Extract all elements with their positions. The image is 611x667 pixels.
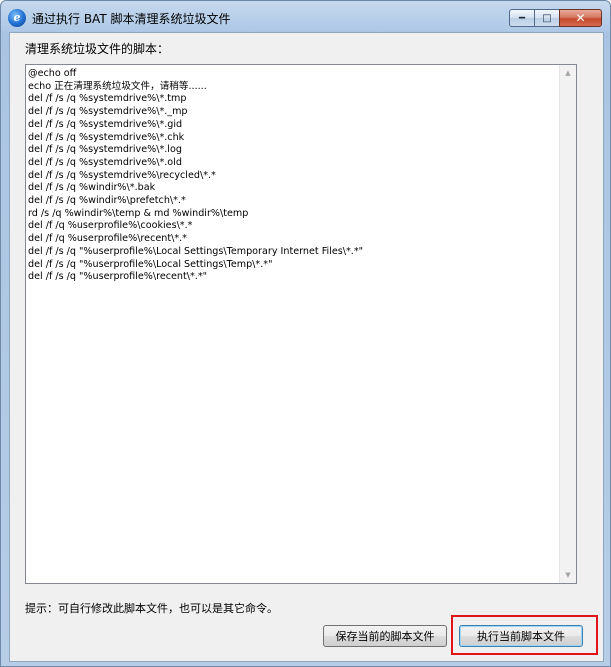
save-script-button[interactable]: 保存当前的脚本文件 [323, 625, 447, 647]
app-logo-icon: e [8, 9, 26, 27]
script-editor[interactable]: @echo off echo 正在清理系统垃圾文件，请稍等...... del … [25, 64, 577, 584]
scroll-down-arrow-icon[interactable]: ▼ [560, 567, 576, 583]
script-textarea-content[interactable]: @echo off echo 正在清理系统垃圾文件，请稍等...... del … [28, 68, 560, 581]
minimize-button[interactable]: ━ [509, 9, 535, 27]
dialog-client-area: 清理系统垃圾文件的脚本： @echo off echo 正在清理系统垃圾文件，请… [9, 32, 604, 662]
window-controls: ━ □ ✕ [509, 9, 602, 27]
scroll-up-arrow-icon[interactable]: ▲ [560, 65, 576, 81]
maximize-button[interactable]: □ [534, 9, 560, 27]
close-button[interactable]: ✕ [559, 9, 602, 27]
minimize-icon: ━ [518, 12, 526, 24]
run-button-highlight [451, 615, 598, 655]
title-bar[interactable]: e 通过执行 BAT 脚本清理系统垃圾文件 ━ □ ✕ [1, 1, 610, 35]
script-section-label: 清理系统垃圾文件的脚本： [25, 42, 170, 56]
hint-text: 提示：可自行修改此脚本文件，也可以是其它命令。 [25, 602, 278, 615]
close-icon: ✕ [575, 11, 586, 25]
maximize-icon: □ [542, 12, 552, 24]
window-title: 通过执行 BAT 脚本清理系统垃圾文件 [32, 12, 231, 26]
vertical-scrollbar[interactable]: ▲ ▼ [559, 65, 576, 583]
dialog-window: e 通过执行 BAT 脚本清理系统垃圾文件 ━ □ ✕ 清理系统垃圾文件的脚本：… [0, 0, 611, 667]
